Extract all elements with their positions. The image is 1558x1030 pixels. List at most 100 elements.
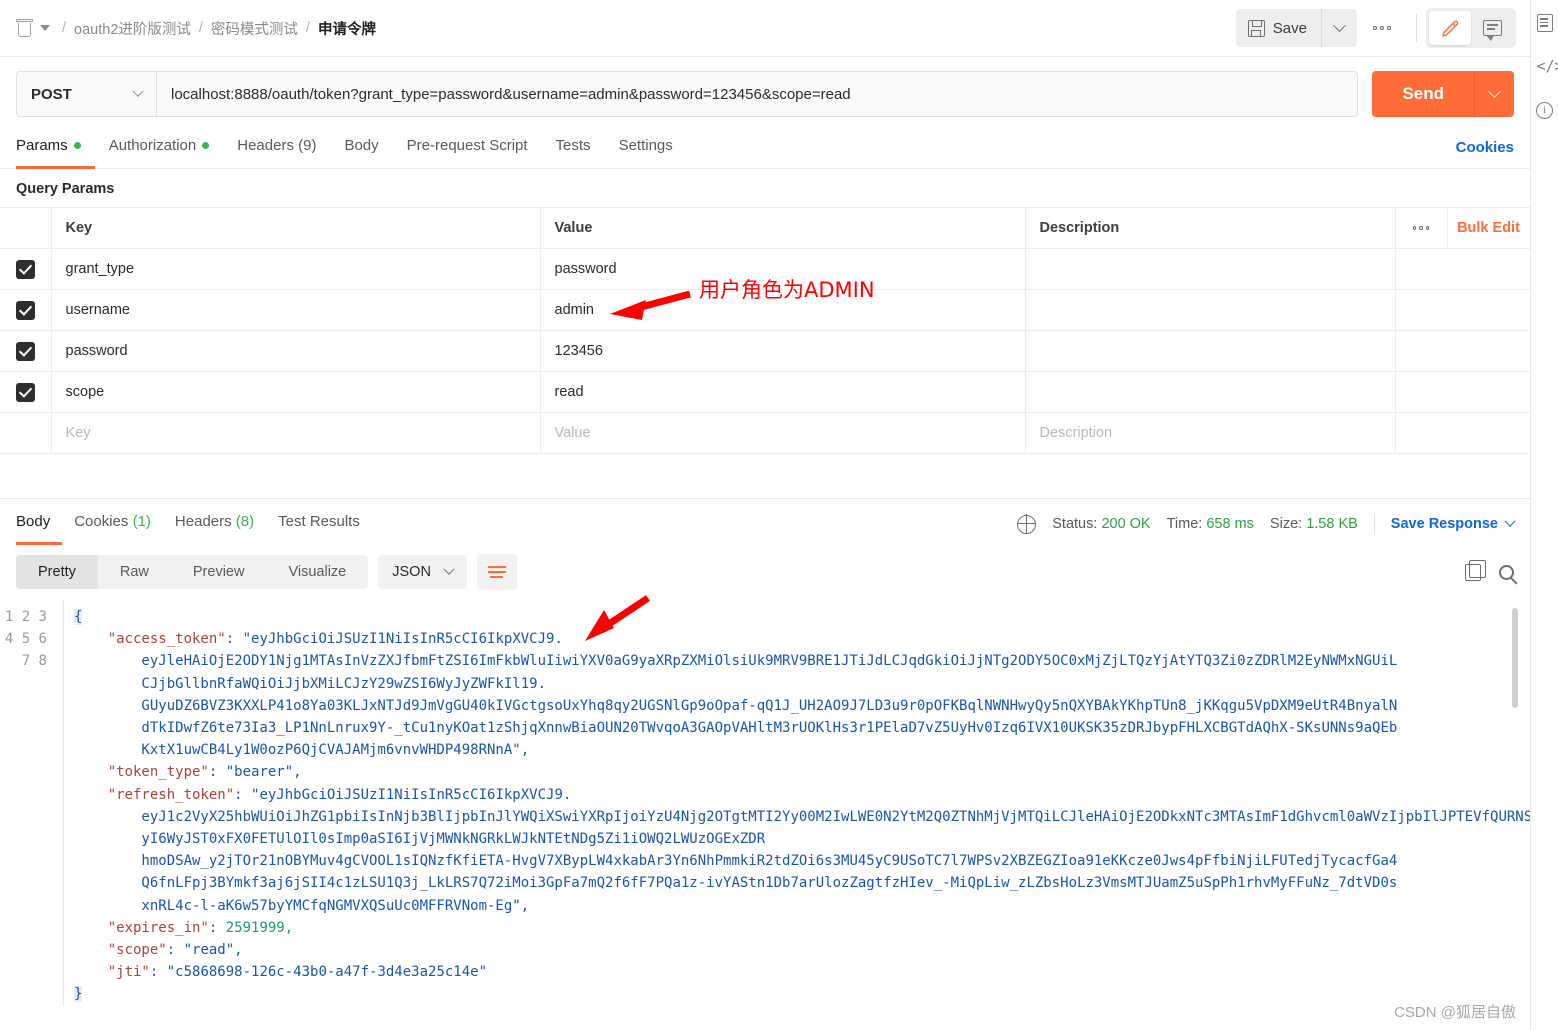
tab-tests[interactable]: Tests: [542, 129, 605, 169]
annotation-role-admin: 用户角色为ADMIN: [699, 278, 875, 302]
checkbox-checked[interactable]: [15, 259, 35, 279]
json-key-refresh-token: "refresh_token": [107, 786, 235, 803]
json-pretty-body: { "access_token": "eyJhbGciOiJSUzI1NiIsI…: [74, 606, 1530, 1006]
wrap-line-icon: [487, 566, 506, 569]
top-bar: / oauth2进阶版测试 / 密码模式测试 / 申请令牌 Save: [0, 0, 1530, 57]
row-checkbox-cell[interactable]: [0, 330, 52, 372]
save-response-button[interactable]: Save Response: [1391, 515, 1516, 532]
checkbox-checked[interactable]: [15, 300, 35, 320]
new-key-cell[interactable]: Key: [51, 412, 541, 454]
row-checkbox-cell[interactable]: [0, 248, 52, 290]
breadcrumb-folder[interactable]: 密码模式测试: [211, 18, 298, 39]
request-url-input[interactable]: [156, 71, 1359, 117]
response-body-viewer: 1 2 3 4 5 6 7 8 { "access_token": "eyJhb…: [0, 600, 1530, 1006]
breadcrumb-collection[interactable]: oauth2进阶版测试: [74, 18, 191, 39]
new-value-cell[interactable]: Value: [540, 412, 1026, 454]
row-description-cell[interactable]: [1025, 248, 1396, 290]
response-tab-cookies-label: Cookies: [74, 513, 129, 530]
coffee-cup-icon: [16, 18, 33, 38]
bulk-edit-button[interactable]: Bulk Edit: [1447, 207, 1531, 249]
status-dot: [73, 142, 81, 149]
new-description-cell[interactable]: Description: [1025, 412, 1396, 454]
tab-body-label: Body: [344, 137, 379, 154]
checkbox-checked[interactable]: [15, 341, 35, 361]
top-bar-actions: Save: [1235, 8, 1516, 48]
row-key-cell[interactable]: password: [51, 330, 541, 372]
view-mode-preview[interactable]: Preview: [171, 555, 267, 589]
word-wrap-button[interactable]: [476, 554, 517, 590]
row-checkbox-cell[interactable]: [0, 289, 52, 331]
info-icon[interactable]: i: [1536, 102, 1553, 119]
header-description: Description: [1025, 207, 1396, 249]
cookies-link[interactable]: Cookies: [1456, 139, 1514, 168]
row-description-cell[interactable]: [1025, 371, 1396, 413]
collection-selector[interactable]: [16, 18, 50, 38]
view-mode-visualize[interactable]: Visualize: [266, 555, 368, 589]
row-key-cell[interactable]: grant_type: [51, 248, 541, 290]
tab-pre-request-script-label: Pre-request Script: [406, 137, 528, 154]
breadcrumb-separator: /: [62, 20, 67, 36]
json-value-refresh-token: "eyJhbGciOiJSUzI1NiIsInR5cCI6IkpXVCJ9. e…: [141, 786, 1530, 914]
row-key-cell[interactable]: scope: [51, 371, 541, 413]
row-key-cell[interactable]: username: [51, 289, 541, 331]
tab-headers-label: Headers (9): [237, 137, 317, 154]
tab-pre-request-script[interactable]: Pre-request Script: [393, 129, 542, 169]
chevron-down-icon[interactable]: [40, 25, 50, 31]
json-key-jti: "jti": [107, 964, 150, 981]
view-mode-pretty[interactable]: Pretty: [16, 555, 98, 589]
save-options-button[interactable]: [1321, 9, 1357, 47]
header-key: Key: [51, 207, 541, 249]
row-value-cell[interactable]: read: [540, 371, 1026, 413]
comments-button[interactable]: [1471, 11, 1513, 45]
checkbox-checked[interactable]: [15, 382, 35, 402]
response-tab-test-results-label: Test Results: [278, 513, 360, 530]
size-metric: Size: 1.58 KB: [1270, 516, 1358, 532]
response-tab-test-results[interactable]: Test Results: [266, 509, 372, 545]
row-value-cell[interactable]: 123456: [540, 330, 1026, 372]
breadcrumb-request[interactable]: 申请令牌: [318, 18, 376, 39]
response-view-modes: Pretty Raw Preview Visualize: [16, 555, 369, 589]
tab-authorization[interactable]: Authorization: [95, 129, 224, 169]
response-tab-body-label: Body: [16, 513, 51, 530]
response-tab-headers[interactable]: Headers (8): [163, 509, 266, 545]
tab-params[interactable]: Params: [16, 129, 95, 169]
edit-request-button[interactable]: [1429, 11, 1471, 45]
row-actions-cell: [1395, 248, 1531, 290]
row-description-cell[interactable]: [1025, 289, 1396, 331]
tab-body[interactable]: Body: [330, 129, 392, 169]
response-code[interactable]: { "access_token": "eyJhbGciOiJSUzI1NiIsI…: [63, 600, 1530, 1006]
copy-icon[interactable]: [1465, 559, 1486, 581]
code-icon[interactable]: </>: [1537, 58, 1558, 76]
response-format-select[interactable]: JSON: [378, 555, 467, 589]
breadcrumb-separator: /: [198, 20, 203, 36]
more-options-button[interactable]: [1357, 9, 1407, 47]
response-tab-headers-label: Headers: [174, 513, 232, 530]
json-key-scope: "scope": [107, 942, 167, 959]
vertical-scrollbar[interactable]: [1512, 608, 1518, 708]
row-actions-cell: [1395, 330, 1531, 372]
request-tabs: Params Authorization Headers (9) Body Pr…: [0, 129, 1530, 169]
http-method-select[interactable]: POST: [16, 71, 156, 117]
header-options-button[interactable]: [1395, 207, 1448, 249]
document-icon[interactable]: [1536, 14, 1553, 32]
response-tab-cookies[interactable]: Cookies (1): [62, 509, 163, 545]
send-options-button[interactable]: [1474, 71, 1514, 117]
tab-settings[interactable]: Settings: [605, 129, 687, 169]
json-value-scope: "read",: [183, 942, 243, 959]
dot-icon: [1373, 26, 1377, 30]
send-button[interactable]: Send: [1372, 71, 1474, 117]
view-mode-raw[interactable]: Raw: [98, 555, 171, 589]
response-meta: Status: 200 OK Time: 658 ms Size: 1.58 K…: [1016, 513, 1516, 545]
response-tab-cookies-count: (1): [132, 513, 151, 530]
response-tab-body[interactable]: Body: [16, 509, 63, 545]
table-row: password 123456: [0, 330, 1531, 372]
view-toggle-group: [1426, 8, 1516, 48]
row-checkbox-cell[interactable]: [0, 371, 52, 413]
save-button[interactable]: Save: [1235, 9, 1321, 47]
row-description-cell[interactable]: [1025, 330, 1396, 372]
search-icon[interactable]: [1499, 564, 1514, 580]
json-value-expires-in: 2591999,: [225, 919, 294, 936]
dot-icon: [1412, 226, 1417, 230]
tab-headers[interactable]: Headers (9): [223, 129, 330, 169]
header-checkbox-cell: [0, 207, 52, 249]
